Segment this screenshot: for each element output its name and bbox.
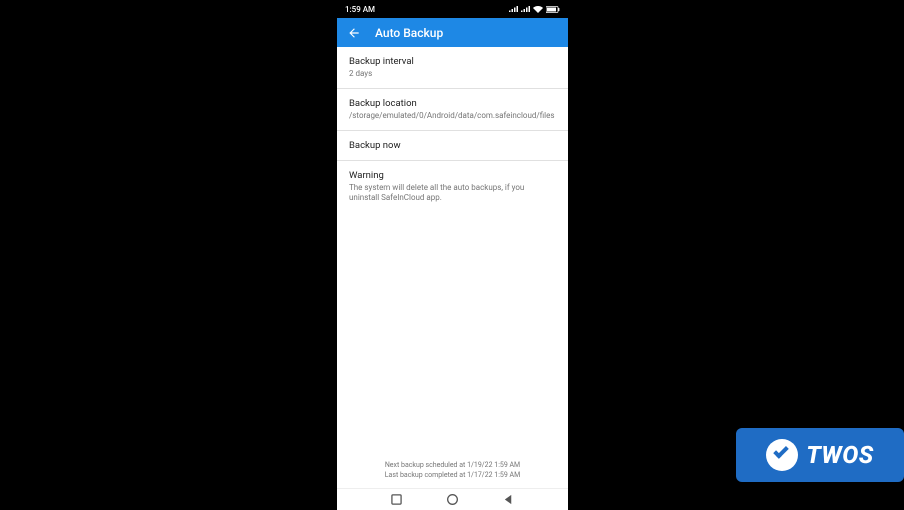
battery-icon [546, 6, 560, 13]
badge-text: TWOS [806, 441, 874, 469]
nav-bar [337, 488, 568, 510]
nav-back-icon[interactable] [503, 494, 514, 505]
status-icons [509, 6, 560, 13]
backup-now-title: Backup now [349, 140, 556, 151]
backup-schedule-info: Next backup scheduled at 1/19/22 1:59 AM… [337, 455, 568, 488]
page-title: Auto Backup [375, 26, 443, 40]
twos-badge: TWOS [736, 428, 904, 482]
backup-interval-value: 2 days [349, 69, 556, 79]
signal-icon-2 [521, 6, 530, 13]
wifi-icon [533, 6, 543, 13]
backup-location-value: /storage/emulated/0/Android/data/com.saf… [349, 111, 556, 121]
app-bar: Auto Backup [337, 18, 568, 47]
nav-home-icon[interactable] [446, 493, 459, 506]
backup-interval-row[interactable]: Backup interval 2 days [337, 47, 568, 89]
nav-recent-icon[interactable] [391, 494, 402, 505]
status-bar: 1:59 AM [337, 0, 568, 18]
next-backup-text: Next backup scheduled at 1/19/22 1:59 AM [337, 461, 568, 470]
back-icon[interactable] [347, 26, 361, 40]
backup-now-row[interactable]: Backup now [337, 131, 568, 161]
warning-text: The system will delete all the auto back… [349, 183, 556, 203]
backup-location-title: Backup location [349, 98, 556, 109]
backup-location-row[interactable]: Backup location /storage/emulated/0/Andr… [337, 89, 568, 131]
phone-frame: 1:59 AM Auto Backup Backup interval 2 da… [337, 0, 568, 510]
warning-row: Warning The system will delete all the a… [337, 161, 568, 212]
content-area: Backup interval 2 days Backup location /… [337, 47, 568, 488]
status-time: 1:59 AM [345, 5, 375, 14]
checkmark-icon [766, 439, 798, 471]
last-backup-text: Last backup completed at 1/17/22 1:59 AM [337, 471, 568, 480]
warning-title: Warning [349, 170, 556, 181]
signal-icon [509, 6, 518, 13]
backup-interval-title: Backup interval [349, 56, 556, 67]
spacer [337, 212, 568, 455]
